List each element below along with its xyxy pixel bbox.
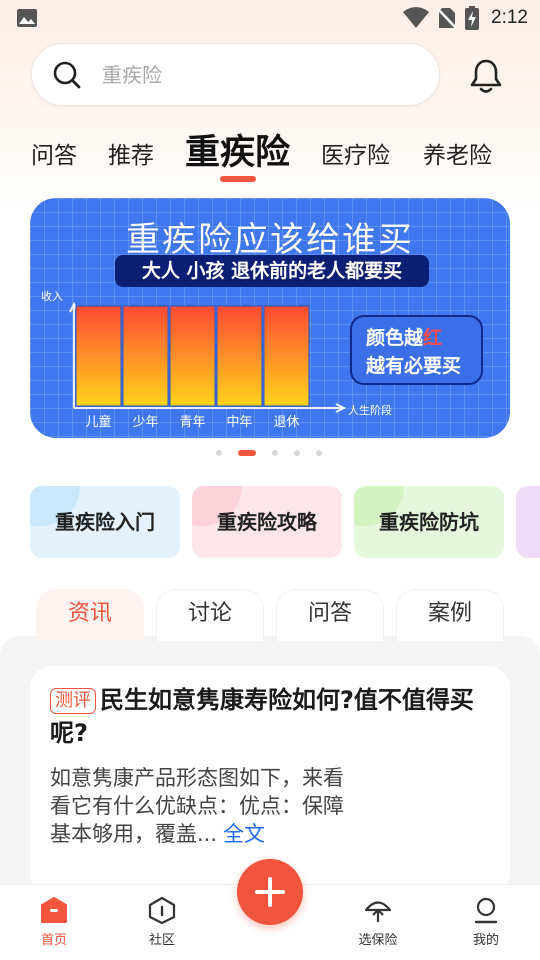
chart-bar-3 [216,305,263,407]
promo-banner[interactable]: 收入 人生阶段 儿童 少年 青年 中年 退休 重疾险应该给谁买 大人 小孩 退休前的老人… [30,198,510,438]
banner-subtitle: 大人 小孩 退休前的老人都要买 [115,255,429,287]
tab-discussion[interactable]: 讨论 [156,589,264,641]
nav-select-insurance[interactable]: 选保险 [338,895,418,948]
pagination-dot[interactable] [272,450,278,456]
nav-home[interactable]: 首页 [14,895,94,948]
status-time: 2:12 [491,7,528,28]
status-bar: 2:12 [0,0,540,36]
umbrella-icon [364,901,392,923]
community-icon [148,896,176,925]
chart-bar-0 [75,305,122,407]
tab-pension[interactable]: 养老险 [423,136,492,170]
pagination-dot[interactable] [294,450,300,456]
tab-qa[interactable]: 问答 [276,589,384,641]
plus-icon [255,877,285,907]
pagination-dot[interactable] [316,450,322,456]
nav-community[interactable]: 社区 [122,895,202,948]
tab-medical[interactable]: 医疗险 [321,136,390,170]
bell-icon[interactable] [468,57,504,95]
banner-pagination [216,450,326,456]
card-guide-label: 重疾险攻略 [217,510,317,534]
callout-highlight: 红 [423,327,443,349]
tab-critical-illness[interactable]: 重疾险 [185,124,290,175]
card-intro-label: 重疾险入门 [55,510,155,534]
read-more-link[interactable]: 全文 [223,822,265,846]
nav-profile-label: 我的 [472,933,499,948]
nav-community-label: 社区 [148,933,175,948]
pagination-dot-active[interactable] [238,450,256,456]
tab-recommend[interactable]: 推荐 [108,136,154,170]
chart-tick-3: 中年 [226,415,252,430]
gallery-notification-icon [17,9,37,27]
article-title-wrap: 测评 民生如意隽康寿险如何?值不值得买呢? [50,684,496,750]
search-bar[interactable] [31,43,440,106]
add-button[interactable] [237,859,303,925]
chart-tick-1: 少年 [132,415,158,430]
tab-wenda[interactable]: 问答 [31,136,77,170]
chart-tick-2: 青年 [179,415,205,430]
tab-cases[interactable]: 案例 [396,589,504,641]
banner-callout: 颜色越红 越有必要买 [350,315,483,385]
card-pitfalls[interactable]: 重疾险防坑 [354,486,504,558]
card-guide[interactable]: 重疾险攻略 [192,486,342,558]
chart-bar-4 [263,305,310,407]
chart-ylabel: 收入 [41,289,63,303]
chart-tick-0: 儿童 [85,414,111,430]
nav-profile[interactable]: 我的 [446,895,526,948]
article-tag: 测评 [50,688,96,714]
card-pitfalls-label: 重疾险防坑 [379,510,479,534]
callout-prefix: 颜色越 [366,327,424,349]
category-tabs: 问答 推荐 重疾险 医疗险 养老险 [0,120,540,190]
search-icon [53,61,81,89]
chart-xlabel: 人生阶段 [348,403,392,417]
banner-title: 重疾险应该给谁买 [126,220,414,260]
chart-bar-1 [122,305,169,407]
profile-icon [474,897,498,924]
search-input[interactable] [102,56,422,94]
card-more[interactable] [516,486,540,558]
nav-home-label: 首页 [40,933,67,948]
home-icon [41,897,67,923]
article-title: 民生如意隽康寿险如何?值不值得买呢? [50,686,474,747]
card-intro[interactable]: 重疾险入门 [30,486,180,558]
nav-select-insurance-label: 选保险 [358,933,398,948]
article-excerpt: 如意隽康产品形态图如下，来看看它有什么优缺点：优点：保障基本够用，覆盖... [50,766,344,846]
no-sim-icon [437,8,457,29]
tab-news[interactable]: 资讯 [36,589,144,641]
callout-line2: 越有必要买 [366,355,462,377]
pagination-dot[interactable] [216,450,222,456]
chart-bar-2 [169,305,216,407]
chart-tick-4: 退休 [273,415,299,430]
article-excerpt-wrap: 如意隽康产品形态图如下，来看看它有什么优缺点：优点：保障基本够用，覆盖... 全文 [50,764,360,848]
wifi-icon [403,7,430,28]
active-tab-indicator [220,176,256,182]
battery-charging-icon [465,6,480,30]
